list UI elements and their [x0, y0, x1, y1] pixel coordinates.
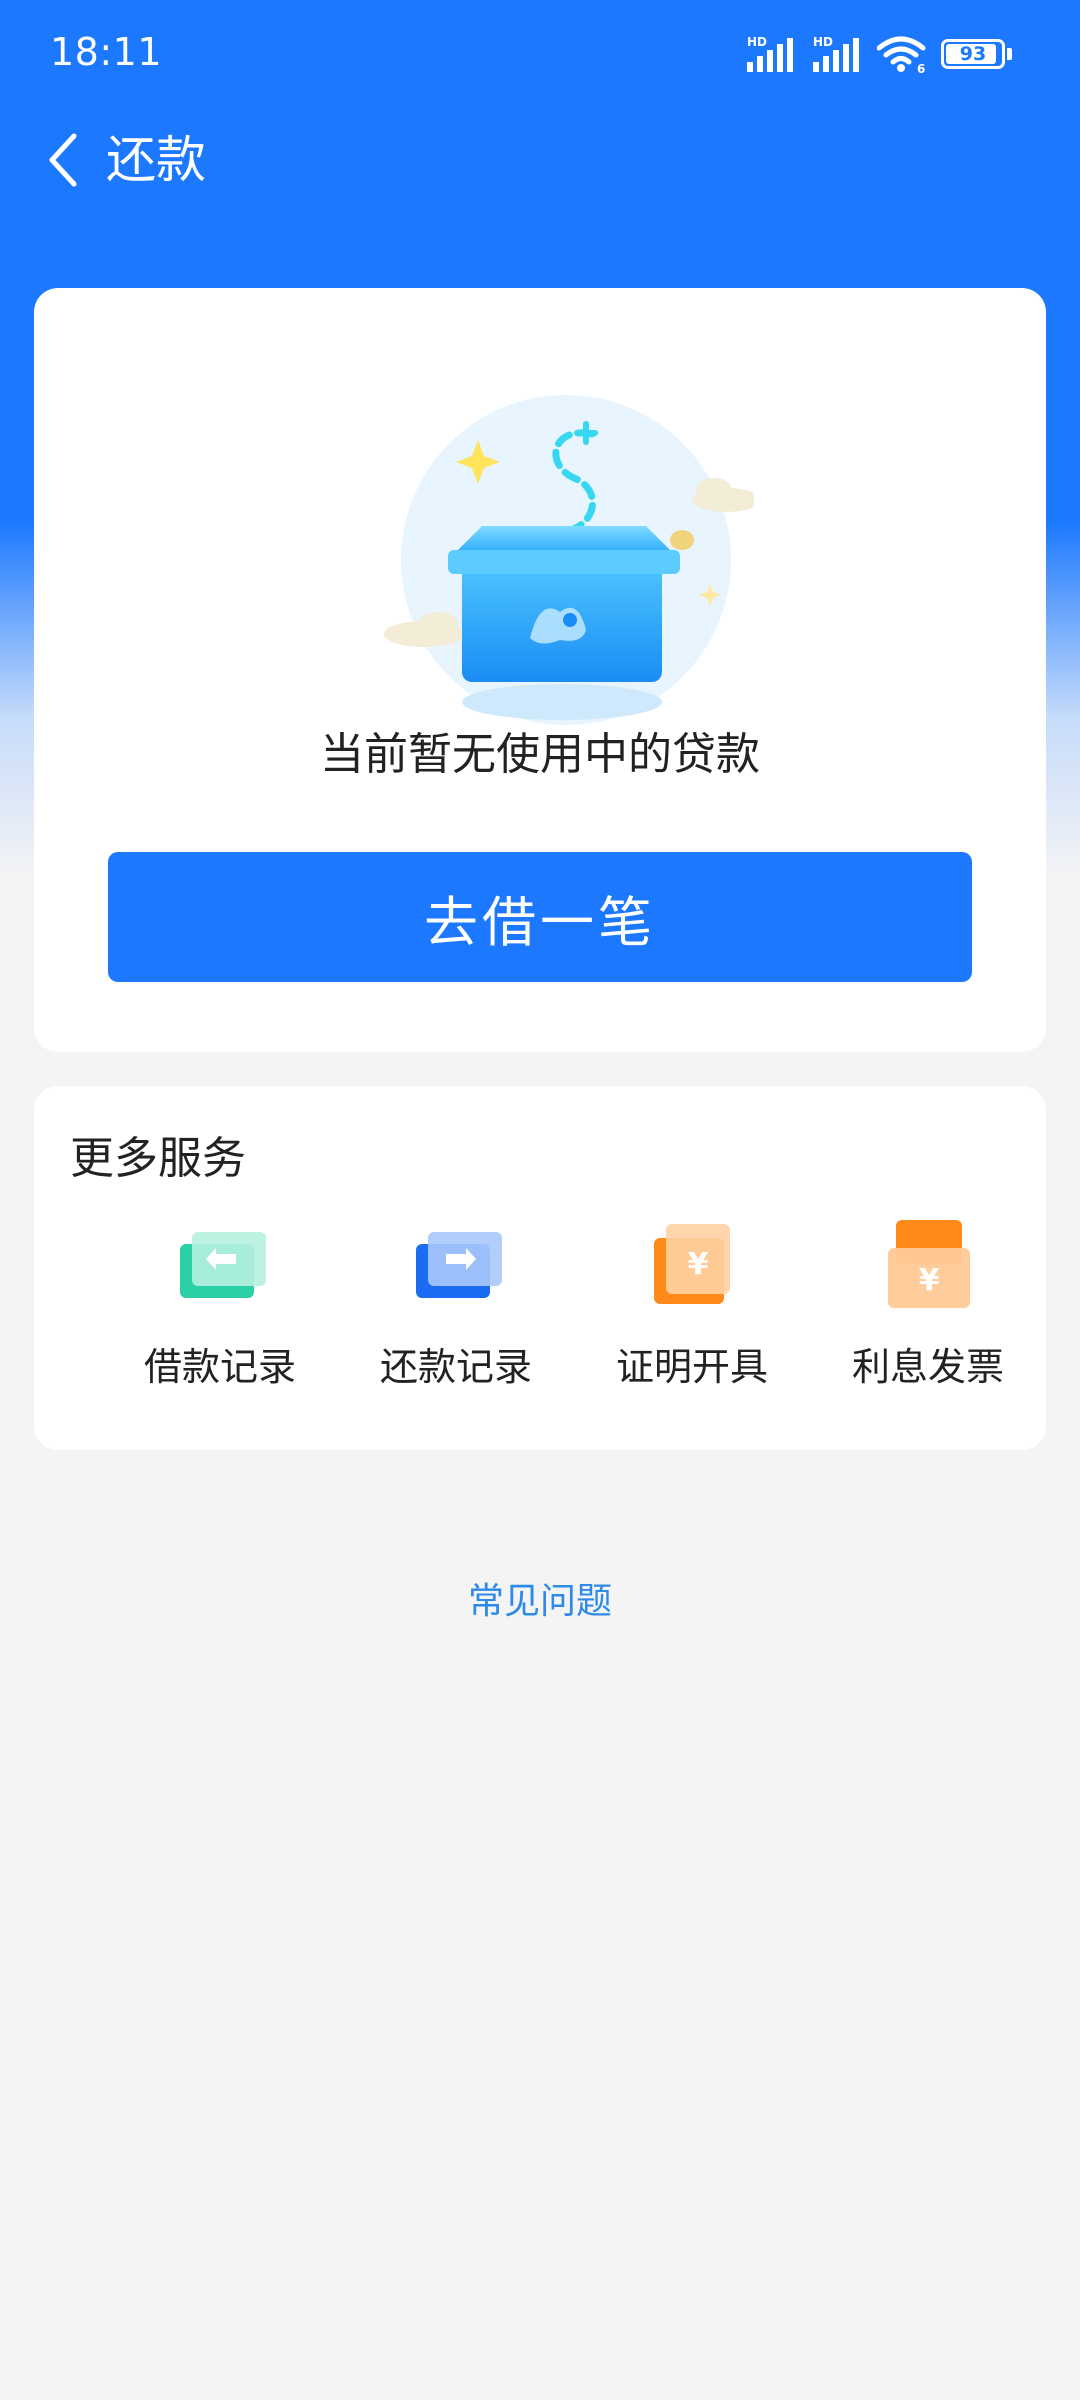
invoice-icon: ¥ — [888, 1220, 970, 1308]
wifi-label: 6 — [917, 62, 925, 74]
service-invoice[interactable]: ¥ 利息发票 — [810, 1214, 1046, 1414]
repay-record-icon — [416, 1232, 502, 1298]
chevron-left-icon — [49, 133, 77, 187]
services-grid: 借款记录 还款记录 ¥ 证明开具 ¥ 利息发票 — [34, 1214, 1046, 1414]
status-icons: HD HD 6 93 — [745, 34, 1012, 74]
faq-link[interactable]: 常见问题 — [0, 1572, 1080, 1624]
svg-text:¥: ¥ — [919, 1263, 940, 1298]
borrow-record-icon — [180, 1232, 266, 1298]
wifi-icon: 6 — [877, 36, 926, 74]
service-label: 证明开具 — [615, 1345, 768, 1389]
back-button[interactable] — [28, 124, 100, 196]
borrow-button[interactable]: 去借一笔 — [108, 852, 972, 982]
status-time: 18:11 — [50, 30, 163, 74]
status-bar: 18:11 HD HD 6 93 — [0, 0, 1080, 110]
service-certificate[interactable]: ¥ 证明开具 — [574, 1214, 810, 1414]
signal-icon: HD — [747, 35, 793, 72]
page-title: 还款 — [106, 131, 206, 189]
service-borrow-record[interactable]: 借款记录 — [102, 1214, 338, 1414]
loan-status-card: 当前暂无使用中的贷款 去借一笔 — [34, 288, 1046, 1052]
battery-icon: 93 — [941, 39, 1005, 69]
signal-1-label: HD — [747, 35, 767, 49]
service-label: 借款记录 — [143, 1345, 296, 1389]
services-title: 更多服务 — [70, 1133, 246, 1184]
empty-box-illustration — [384, 395, 754, 725]
battery-tip — [1007, 48, 1012, 60]
service-label: 还款记录 — [379, 1345, 532, 1389]
signal-2-label: HD — [813, 35, 833, 49]
more-services-card: 更多服务 借款记录 还款记录 ¥ 证明开具 ¥ 利息发票 — [34, 1086, 1046, 1450]
empty-loan-message: 当前暂无使用中的贷款 — [320, 729, 760, 780]
battery-level: 93 — [959, 43, 987, 65]
certificate-icon: ¥ — [654, 1224, 730, 1304]
svg-text:¥: ¥ — [688, 1247, 709, 1282]
page-header: 还款 — [0, 110, 1080, 210]
service-repay-record[interactable]: 还款记录 — [338, 1214, 574, 1414]
service-label: 利息发票 — [851, 1345, 1004, 1389]
signal-icon: HD — [813, 35, 859, 72]
